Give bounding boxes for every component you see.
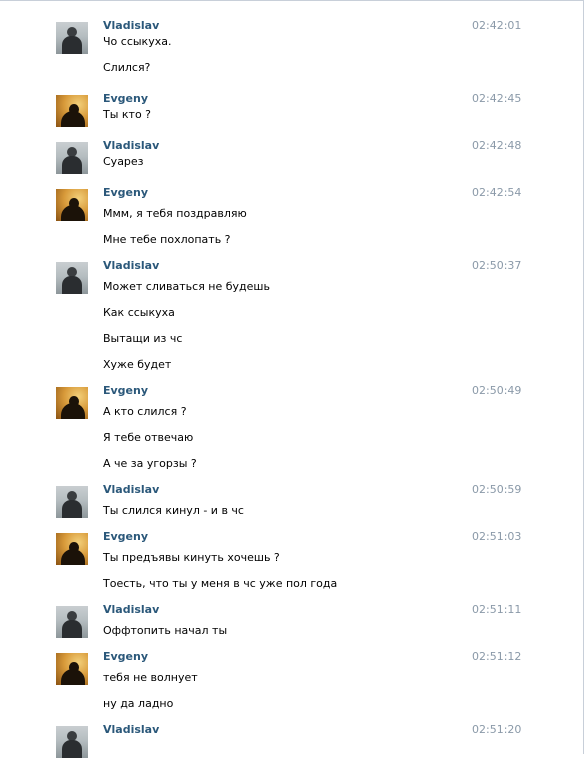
message-time[interactable]: 02:50:49	[472, 384, 521, 397]
message-text: Суарез	[103, 155, 144, 168]
message-time[interactable]: 02:42:45	[472, 92, 521, 105]
message-text: Мне тебе похлопать ?	[103, 233, 231, 246]
evgeny-avatar[interactable]	[56, 189, 88, 221]
message-text: Ты кто ?	[103, 108, 152, 121]
message-text: Как ссыкуха	[103, 306, 175, 319]
message-time[interactable]: 02:42:54	[472, 186, 521, 199]
message-text: Чо ссыкуха.	[103, 35, 172, 48]
vladislav-avatar[interactable]	[56, 606, 88, 638]
message-time[interactable]: 02:42:48	[472, 139, 521, 152]
message-author[interactable]: Vladislav	[103, 259, 159, 272]
message-text: тебя не волнует	[103, 671, 198, 684]
message-time[interactable]: 02:50:59	[472, 483, 521, 496]
message-author[interactable]: Vladislav	[103, 723, 159, 736]
message-time[interactable]: 02:50:37	[472, 259, 521, 272]
vladislav-avatar[interactable]	[56, 486, 88, 518]
message-author[interactable]: Evgeny	[103, 384, 148, 397]
evgeny-avatar[interactable]	[56, 533, 88, 565]
message-author[interactable]: Evgeny	[103, 92, 148, 105]
message-author[interactable]: Evgeny	[103, 186, 148, 199]
message-author[interactable]: Evgeny	[103, 530, 148, 543]
evgeny-avatar[interactable]	[56, 95, 88, 127]
message-author[interactable]: Evgeny	[103, 650, 148, 663]
message-time[interactable]: 02:51:11	[472, 603, 521, 616]
message-text: Ты предъявы кинуть хочешь ?	[103, 551, 280, 564]
message-text: Ммм, я тебя поздравляю	[103, 207, 247, 220]
message-text: ну да ладно	[103, 697, 174, 710]
message-text: Ты слился кинул - и в чс	[103, 504, 244, 517]
evgeny-avatar[interactable]	[56, 653, 88, 685]
vladislav-avatar[interactable]	[56, 142, 88, 174]
message-text: Хуже будет	[103, 358, 172, 371]
vladislav-avatar[interactable]	[56, 22, 88, 54]
message-author[interactable]: Vladislav	[103, 19, 159, 32]
message-time[interactable]: 02:51:03	[472, 530, 521, 543]
message-time[interactable]: 02:42:01	[472, 19, 521, 32]
message-author[interactable]: Vladislav	[103, 483, 159, 496]
message-time[interactable]: 02:51:20	[472, 723, 521, 736]
message-author[interactable]: Vladislav	[103, 603, 159, 616]
evgeny-avatar[interactable]	[56, 387, 88, 419]
message-text: А кто слился ?	[103, 405, 187, 418]
message-text: Вытащи из чс	[103, 332, 183, 345]
vladislav-avatar[interactable]	[56, 262, 88, 294]
message-author[interactable]: Vladislav	[103, 139, 159, 152]
message-text: Тоесть, что ты у меня в чс уже пол года	[103, 577, 338, 590]
vladislav-avatar[interactable]	[56, 726, 88, 758]
message-text: А че за угорзы ?	[103, 457, 197, 470]
message-text: Может сливаться не будешь	[103, 280, 270, 293]
message-time[interactable]: 02:51:12	[472, 650, 521, 663]
message-text: Слился?	[103, 61, 151, 74]
message-text: Я тебе отвечаю	[103, 431, 194, 444]
message-text: Оффтопить начал ты	[103, 624, 228, 637]
